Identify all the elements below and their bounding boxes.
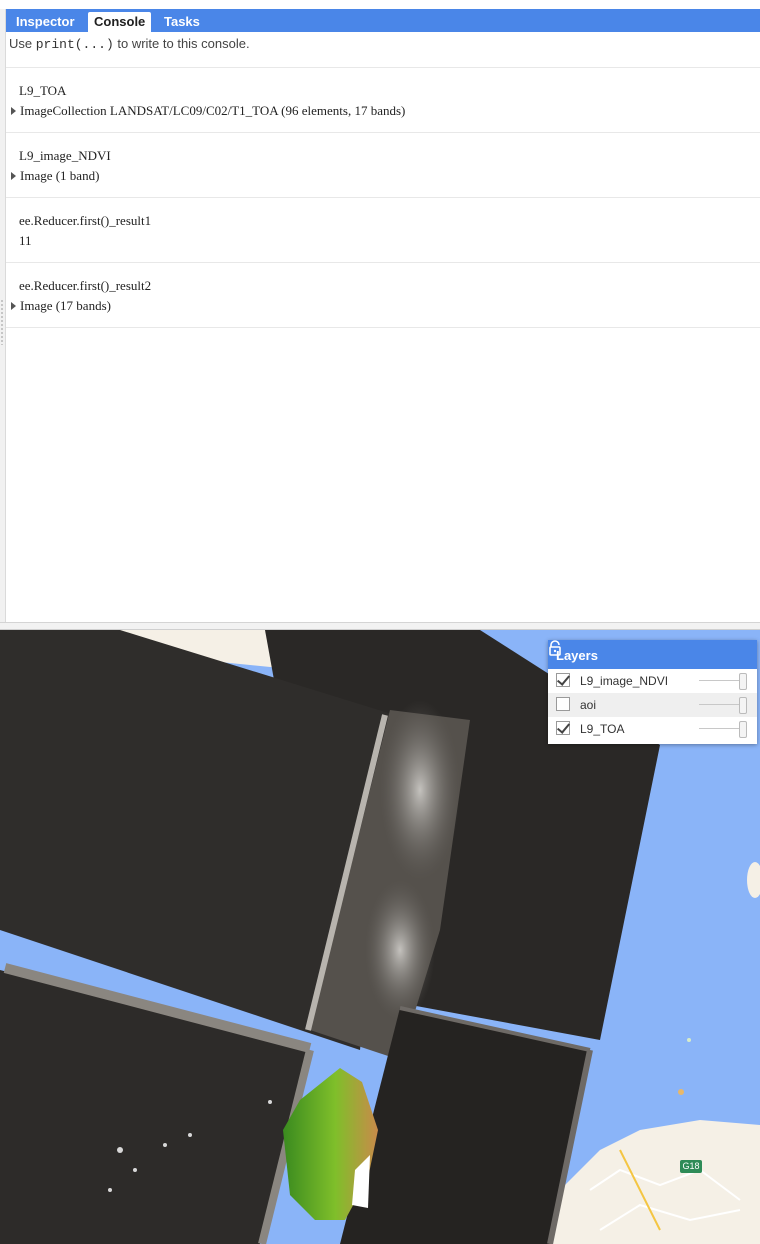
island [687, 1038, 691, 1042]
layer-checkbox[interactable] [556, 672, 571, 687]
layer-name: aoi [580, 698, 597, 712]
console-panel: Use print(...) to write to this console.… [6, 32, 760, 622]
expand-caret-icon[interactable] [11, 107, 16, 115]
entry-value-toggle[interactable]: Image (1 band) [11, 168, 99, 184]
road-label-badge: G18 [680, 1160, 702, 1173]
cloud-cover [380, 700, 460, 880]
opacity-slider-thumb[interactable] [739, 721, 747, 738]
console-hint: Use print(...) to write to this console. [9, 36, 250, 52]
tab-inspector[interactable]: Inspector [10, 12, 81, 32]
layer-name: L9_TOA [580, 722, 625, 736]
opacity-slider-thumb[interactable] [739, 697, 747, 714]
lock-icon[interactable] [548, 640, 562, 656]
layer-row-aoi[interactable]: aoi [548, 693, 757, 717]
island [678, 1089, 684, 1095]
layers-panel: Layers L9_image_NDVI aoi L9_TOA [548, 640, 757, 744]
opacity-slider-thumb[interactable] [739, 673, 747, 690]
layer-checkbox[interactable] [556, 720, 571, 735]
expand-caret-icon[interactable] [11, 302, 16, 310]
expand-caret-icon[interactable] [11, 172, 16, 180]
panel-map-divider[interactable] [0, 622, 760, 630]
grip-dots-icon [1, 299, 3, 345]
entry-label: ee.Reducer.first()_result2 [19, 278, 152, 293]
layers-header[interactable]: Layers [548, 640, 757, 669]
entry-value-toggle[interactable]: Image (17 bands) [11, 298, 111, 314]
entry-label: L9_image_NDVI [19, 148, 111, 163]
checkmark-icon [556, 672, 571, 686]
console-entry: L9_TOA ImageCollection LANDSAT/LC09/C02/… [6, 67, 760, 132]
console-entry: ee.Reducer.first()_result2 Image (17 ban… [6, 262, 760, 328]
panel-tab-bar: Inspector Console Tasks [6, 9, 760, 32]
console-entry: L9_image_NDVI Image (1 band) [6, 132, 760, 197]
layer-row-l9-toa[interactable]: L9_TOA [548, 717, 757, 741]
layer-name: L9_image_NDVI [580, 674, 669, 688]
layer-checkbox[interactable] [556, 697, 570, 711]
map-view[interactable]: G18 Layers L9_image_NDVI aoi L9_TOA [0, 630, 760, 1244]
entry-value-toggle[interactable]: ImageCollection LANDSAT/LC09/C02/T1_TOA … [11, 103, 405, 119]
entry-value: 11 [19, 233, 32, 248]
layers-title: Layers [556, 648, 598, 663]
entry-label: L9_TOA [19, 83, 67, 98]
entry-value: ImageCollection LANDSAT/LC09/C02/T1_TOA … [20, 103, 406, 118]
tab-tasks[interactable]: Tasks [158, 12, 206, 32]
layer-row-l9-image-ndvi[interactable]: L9_image_NDVI [548, 669, 757, 693]
hint-prefix: Use [9, 36, 36, 51]
entry-value: Image (1 band) [20, 168, 100, 183]
entry-label: ee.Reducer.first()_result1 [19, 213, 152, 228]
console-entry: ee.Reducer.first()_result1 11 [6, 197, 760, 262]
hint-suffix: to write to this console. [113, 36, 250, 51]
entry-value: Image (17 bands) [20, 298, 111, 313]
cloud-cover [365, 880, 435, 1020]
island [747, 862, 760, 898]
checkmark-icon [556, 720, 571, 734]
top-strip [0, 0, 760, 9]
hint-code: print(...) [35, 37, 114, 52]
tab-console[interactable]: Console [88, 12, 152, 32]
